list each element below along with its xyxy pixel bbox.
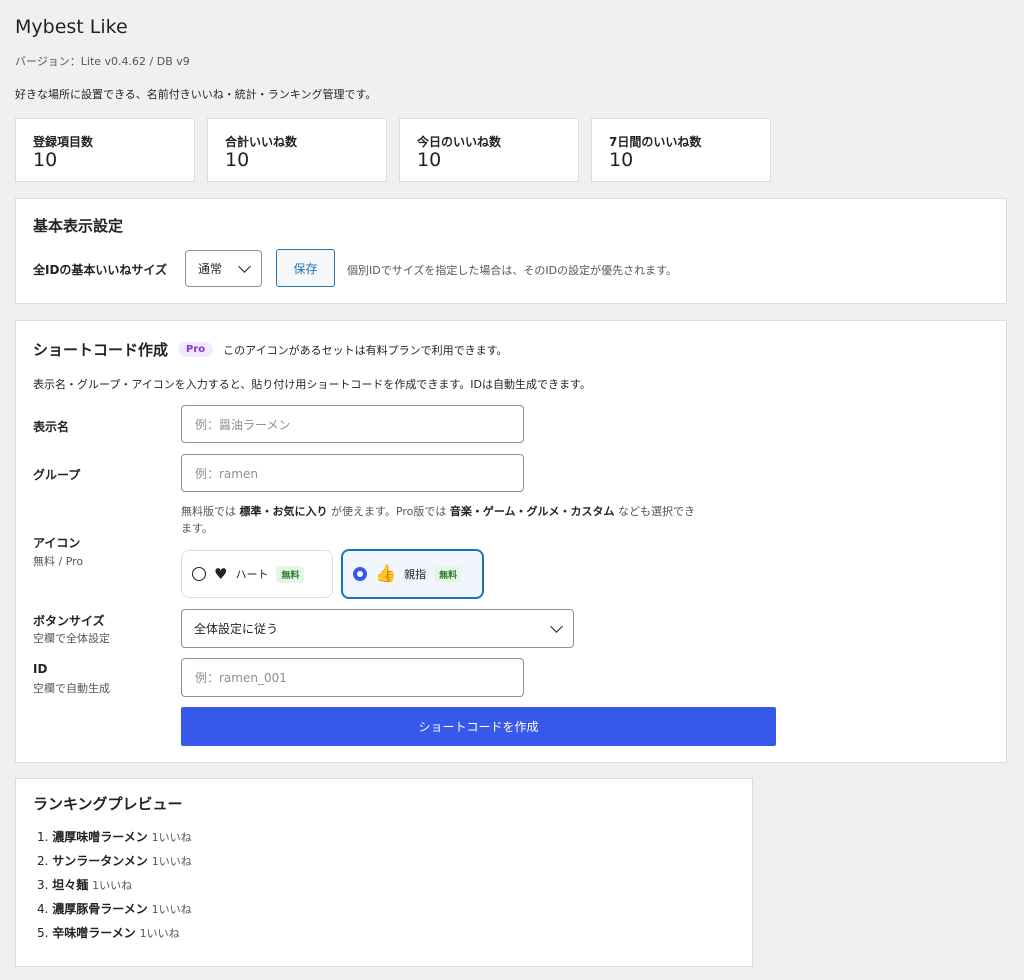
id-label: ID (33, 662, 48, 676)
shortcode-panel: ショートコード作成 Pro このアイコンがあるセットは有料プランで利用できます。… (15, 320, 1007, 763)
free-badge: 無料 (276, 565, 305, 583)
ranking-item: 3. 坦々麺 1いいね (37, 878, 133, 892)
button-size-sublabel: 空欄で全体設定 (33, 632, 110, 645)
display-name-label: 表示名 (33, 420, 70, 434)
base-size-select[interactable]: 通常 (185, 250, 262, 287)
thumbs-up-icon: 👍 (375, 564, 397, 584)
ranking-panel: ランキングプレビュー 1. 濃厚味噌ラーメン 1いいね 2. サンラータンメン … (15, 778, 753, 967)
stat-label: 登録項目数 (33, 135, 94, 149)
ranking-item: 4. 濃厚豚骨ラーメン 1いいね (37, 902, 192, 916)
page-title: Mybest Like (15, 16, 128, 38)
group-input[interactable]: 例：ramen (181, 454, 524, 492)
shortcode-heading-row: ショートコード作成 Pro このアイコンがあるセットは有料プランで利用できます。 (33, 339, 508, 360)
stat-value: 10 (33, 149, 58, 171)
save-button[interactable]: 保存 (276, 249, 335, 287)
radio-checked[interactable] (353, 567, 367, 581)
ranking-item: 1. 濃厚味噌ラーメン 1いいね (37, 830, 192, 844)
size-priority-note: 個別IDでサイズを指定した場合は、そのIDの設定が優先されます。 (347, 264, 677, 277)
stat-value: 10 (609, 149, 634, 171)
display-name-input[interactable]: 例：醤油ラーメン (181, 405, 524, 443)
ranking-heading: ランキングプレビュー (33, 795, 183, 813)
plugin-description: 好きな場所に設置できる、名前付きいいね・統計・ランキング管理です。 (15, 88, 377, 101)
radio-unchecked[interactable] (192, 567, 206, 581)
base-size-label: 全IDの基本いいねサイズ (33, 263, 168, 277)
version-text: バージョン：Lite v0.4.62 / DB v9 (15, 55, 190, 68)
id-input[interactable]: 例：ramen_001 (181, 658, 524, 697)
pro-badge: Pro (178, 342, 214, 357)
icon-option-thumb[interactable]: 👍 親指 無料 (341, 549, 484, 599)
id-sublabel: 空欄で自動生成 (33, 682, 110, 695)
base-size-value: 通常 (198, 262, 223, 276)
icon-option-label: 親指 (404, 568, 427, 581)
stat-value: 10 (417, 149, 442, 171)
basic-settings-panel: 基本表示設定 全IDの基本いいねサイズ 通常 保存 個別IDでサイズを指定した場… (15, 198, 1007, 304)
icon-option-heart[interactable]: ♥ ハート 無料 (181, 550, 333, 598)
chevron-down-icon (550, 619, 563, 633)
stat-label: 7日間のいいね数 (609, 135, 702, 149)
button-size-label: ボタンサイズ (33, 614, 105, 628)
icon-option-label: ハート (235, 568, 269, 581)
stat-label: 今日のいいね数 (417, 135, 502, 149)
icon-sublabel: 無料 / Pro (33, 555, 84, 568)
pro-note: このアイコンがあるセットは有料プランで利用できます。 (223, 343, 508, 357)
stat-card-total: 合計いいね数 10 (207, 118, 387, 182)
free-badge: 無料 (434, 565, 463, 583)
ranking-item: 5. 辛味噌ラーメン 1いいね (37, 926, 180, 940)
chevron-down-icon (238, 259, 251, 273)
heart-icon: ♥ (214, 565, 228, 583)
button-size-value: 全体設定に従う (194, 622, 279, 636)
ranking-item: 2. サンラータンメン 1いいね (37, 854, 192, 868)
group-label: グループ (33, 468, 81, 482)
create-shortcode-button[interactable]: ショートコードを作成 (181, 707, 776, 746)
stat-value: 10 (225, 149, 250, 171)
stat-label: 合計いいね数 (225, 135, 298, 149)
stat-card-items: 登録項目数 10 (15, 118, 195, 182)
icon-help-text: 無料版では 標準・お気に入り が使えます。Pro版では 音楽・ゲーム・グルメ・カ… (181, 505, 696, 535)
basic-settings-heading: 基本表示設定 (33, 217, 124, 235)
icon-label: アイコン (33, 536, 81, 550)
stat-card-week: 7日間のいいね数 10 (591, 118, 771, 182)
shortcode-heading: ショートコード作成 (33, 341, 169, 359)
button-size-select[interactable]: 全体設定に従う (181, 609, 574, 648)
shortcode-intro: 表示名・グループ・アイコンを入力すると、貼り付け用ショートコードを作成できます。… (33, 378, 591, 391)
stat-card-today: 今日のいいね数 10 (399, 118, 579, 182)
